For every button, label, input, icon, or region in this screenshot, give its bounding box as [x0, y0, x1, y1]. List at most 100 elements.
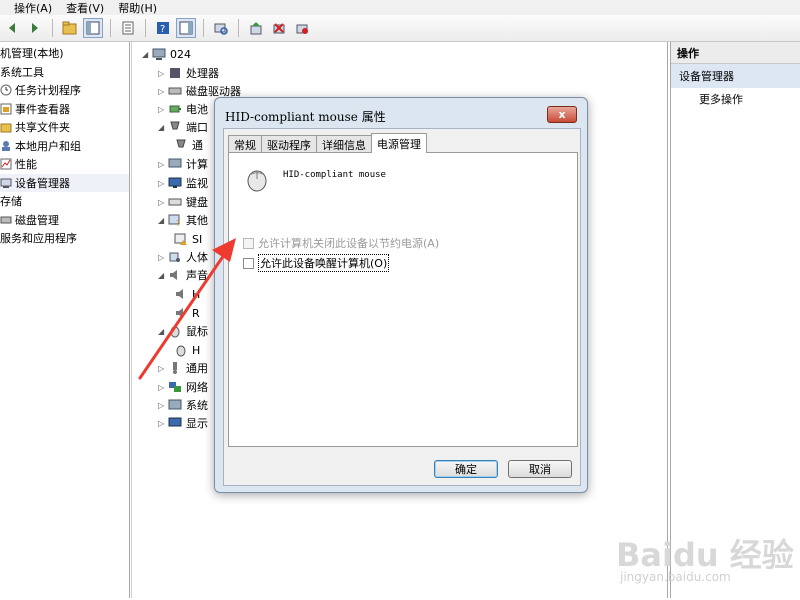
- folder-icon[interactable]: [60, 18, 80, 38]
- device-category[interactable]: ▷ 计算: [158, 155, 208, 173]
- device-item[interactable]: SI: [174, 230, 202, 248]
- toolbar-separator: [203, 19, 204, 37]
- scan-icon[interactable]: [211, 18, 231, 38]
- help-icon[interactable]: ?: [153, 18, 173, 38]
- update-driver-icon[interactable]: [246, 18, 266, 38]
- expand-arrow-icon[interactable]: ▷: [158, 401, 168, 410]
- device-category[interactable]: ▷ 显示: [158, 414, 208, 432]
- power-management-page: HID-compliant mouse 允许计算机关闭此设备以节约电源(A) 允…: [228, 152, 578, 447]
- device-category[interactable]: ◢ 声音: [158, 266, 208, 284]
- svg-text:?: ?: [176, 219, 180, 227]
- collapse-arrow-icon[interactable]: ◢: [158, 327, 168, 336]
- disable-icon[interactable]: [292, 18, 312, 38]
- expand-arrow-icon[interactable]: ▷: [158, 364, 168, 373]
- close-button[interactable]: x: [547, 106, 577, 123]
- speaker-icon: [174, 306, 188, 320]
- expand-arrow-icon[interactable]: ▷: [158, 198, 168, 207]
- watermark-url: jingyan.baidu.com: [620, 570, 731, 584]
- tree-item-local-users[interactable]: 本地用户和组: [0, 137, 129, 156]
- event-log-icon: [0, 103, 12, 115]
- device-item[interactable]: H: [174, 341, 200, 359]
- tab-driver[interactable]: 驱动程序: [261, 135, 317, 153]
- tree-item-task-scheduler[interactable]: 任务计划程序: [0, 81, 129, 100]
- device-item[interactable]: R: [174, 304, 200, 322]
- device-tree-root[interactable]: ◢ 024: [142, 45, 191, 63]
- device-category[interactable]: ▷ 网络: [158, 378, 208, 396]
- computer-icon: [152, 47, 166, 61]
- expand-arrow-icon[interactable]: ▷: [158, 179, 168, 188]
- allow-wake-option[interactable]: 允许此设备唤醒计算机(O): [243, 254, 390, 272]
- disk-drive-icon: [168, 84, 182, 98]
- actions-device-manager[interactable]: 设备管理器: [671, 64, 800, 88]
- expand-arrow-icon[interactable]: ▷: [158, 69, 168, 78]
- tree-item-device-manager[interactable]: 设备管理器: [0, 173, 129, 192]
- allow-power-off-option: 允许计算机关闭此设备以节约电源(A): [243, 235, 439, 251]
- display-adapter-icon: [168, 416, 182, 430]
- device-category[interactable]: ▷ 监视: [158, 174, 208, 192]
- tab-general[interactable]: 常规: [228, 135, 262, 153]
- properties-icon[interactable]: [118, 18, 138, 38]
- port-device-icon: [174, 138, 188, 152]
- hid-icon: [168, 250, 182, 264]
- expand-arrow-icon[interactable]: ▷: [158, 87, 168, 96]
- tree-item-services-apps[interactable]: 服务和应用程序: [0, 229, 129, 248]
- computer-icon: [168, 157, 182, 171]
- system-device-icon: [168, 398, 182, 412]
- tab-power-management[interactable]: 电源管理: [371, 133, 427, 153]
- cancel-button[interactable]: 取消: [508, 460, 572, 478]
- back-icon[interactable]: [2, 18, 22, 38]
- keyboard-icon: [168, 195, 182, 209]
- device-category[interactable]: ▷ 电池: [158, 100, 208, 118]
- expand-arrow-icon[interactable]: ▷: [158, 419, 168, 428]
- device-item[interactable]: H: [174, 285, 200, 303]
- port-icon: [168, 120, 182, 134]
- toolbar-separator: [145, 19, 146, 37]
- tree-item-storage[interactable]: 存储: [0, 192, 129, 211]
- expand-arrow-icon[interactable]: ▷: [158, 383, 168, 392]
- action-pane-icon[interactable]: [176, 18, 196, 38]
- menu-action[interactable]: 操作(A): [14, 0, 52, 16]
- tree-item-computer-management[interactable]: 机管理(本地): [0, 44, 129, 63]
- device-manager-icon: [0, 177, 12, 189]
- ok-button[interactable]: 确定: [434, 460, 498, 478]
- battery-icon: [168, 102, 182, 116]
- tree-item-system-tools[interactable]: 系统工具: [0, 63, 129, 82]
- toolbar-separator: [238, 19, 239, 37]
- speaker-icon: [168, 268, 182, 282]
- console-tree-icon[interactable]: [83, 18, 103, 38]
- allow-power-off-label: 允许计算机关闭此设备以节约电源(A): [258, 237, 440, 250]
- more-actions-link[interactable]: 更多操作: [671, 88, 800, 110]
- device-category[interactable]: ▷ 系统: [158, 396, 208, 414]
- device-category[interactable]: ◢? 其他: [158, 211, 208, 229]
- device-category[interactable]: ▷ 键盘: [158, 193, 208, 211]
- menu-help[interactable]: 帮助(H): [118, 0, 157, 16]
- tree-item-shared-folders[interactable]: 共享文件夹: [0, 118, 129, 137]
- uninstall-icon[interactable]: [269, 18, 289, 38]
- device-category[interactable]: ▷ 处理器: [158, 64, 219, 82]
- mouse-icon: [243, 165, 271, 193]
- expand-arrow-icon[interactable]: ▷: [158, 105, 168, 114]
- dialog-title: HID-compliant mouse 属性: [225, 110, 386, 124]
- device-item[interactable]: 通: [174, 136, 203, 154]
- device-category[interactable]: ▷ 通用: [158, 359, 208, 377]
- tree-item-disk-management[interactable]: 磁盘管理: [0, 211, 129, 230]
- tree-item-event-viewer[interactable]: 事件查看器: [0, 100, 129, 119]
- tree-item-performance[interactable]: 性能: [0, 155, 129, 174]
- allow-wake-label[interactable]: 允许此设备唤醒计算机(O): [258, 254, 390, 272]
- collapse-arrow-icon[interactable]: ◢: [158, 123, 168, 132]
- collapse-arrow-icon[interactable]: ◢: [158, 271, 168, 280]
- collapse-arrow-icon[interactable]: ◢: [158, 216, 168, 225]
- menu-view[interactable]: 查看(V): [66, 0, 104, 16]
- usb-icon: [168, 361, 182, 375]
- allow-wake-checkbox[interactable]: [243, 257, 254, 269]
- device-category[interactable]: ▷ 人体: [158, 248, 208, 266]
- other-devices-icon: ?: [168, 213, 182, 228]
- tab-details[interactable]: 详细信息: [316, 135, 372, 153]
- device-category[interactable]: ◢ 鼠标: [158, 322, 208, 340]
- expand-arrow-icon[interactable]: ▷: [158, 253, 168, 262]
- collapse-arrow-icon[interactable]: ◢: [142, 50, 152, 59]
- forward-icon[interactable]: [25, 18, 45, 38]
- svg-text:?: ?: [160, 24, 165, 35]
- expand-arrow-icon[interactable]: ▷: [158, 160, 168, 169]
- device-category[interactable]: ◢ 端口: [158, 118, 208, 136]
